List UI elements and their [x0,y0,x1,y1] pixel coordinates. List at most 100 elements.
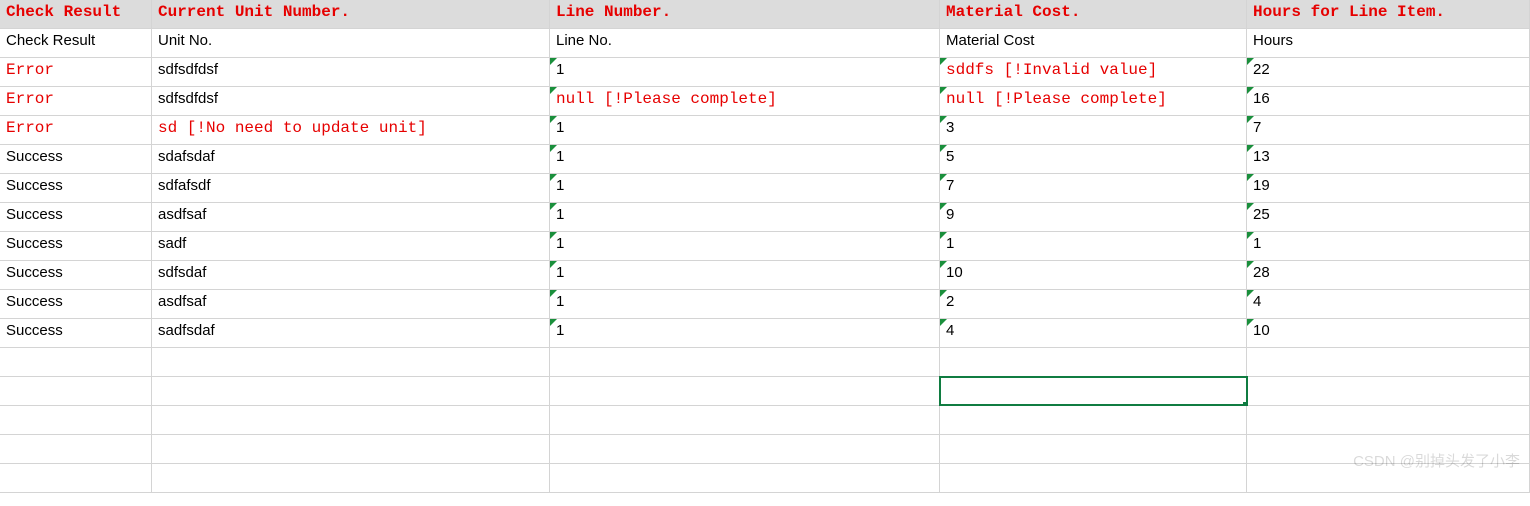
empty-cell[interactable] [0,348,152,376]
hours-cell[interactable]: 10 [1247,319,1530,347]
table-row: Errorsdfsdfdsf1sddfs [!Invalid value]22 [0,58,1530,87]
empty-cell[interactable] [152,377,550,405]
empty-cell[interactable] [152,406,550,434]
header-cell[interactable]: Line Number. [550,0,940,28]
line-cell[interactable]: 1 [550,203,940,231]
header-row-descriptions: Check Result Current Unit Number. Line N… [0,0,1530,29]
status-cell[interactable]: Success [0,319,152,347]
line-cell[interactable]: 1 [550,145,940,173]
cost-cell[interactable]: null [!Please complete] [940,87,1247,115]
empty-cell[interactable] [1247,348,1530,376]
status-cell[interactable]: Error [0,58,152,86]
empty-cell[interactable] [1247,406,1530,434]
header-cell[interactable]: Material Cost. [940,0,1247,28]
header-row-labels: Check Result Unit No. Line No. Material … [0,29,1530,58]
cost-cell[interactable]: 4 [940,319,1247,347]
empty-cell[interactable] [1247,377,1530,405]
cost-cell[interactable]: 9 [940,203,1247,231]
subheader-cell[interactable]: Line No. [550,29,940,57]
empty-cell[interactable] [0,464,152,492]
unit-cell[interactable]: sadfsdaf [152,319,550,347]
status-cell[interactable]: Error [0,116,152,144]
empty-cell[interactable] [940,464,1247,492]
status-cell[interactable]: Success [0,290,152,318]
empty-cell[interactable] [0,406,152,434]
hours-cell[interactable]: 16 [1247,87,1530,115]
empty-row [0,464,1530,493]
empty-cell[interactable] [0,377,152,405]
spreadsheet[interactable]: Check Result Current Unit Number. Line N… [0,0,1530,493]
cost-cell[interactable]: 2 [940,290,1247,318]
table-row: Successsdafsdaf1513 [0,145,1530,174]
hours-cell[interactable]: 7 [1247,116,1530,144]
header-cell[interactable]: Check Result [0,0,152,28]
line-cell[interactable]: 1 [550,290,940,318]
empty-cell[interactable] [940,406,1247,434]
cost-cell[interactable]: 7 [940,174,1247,202]
subheader-cell[interactable]: Unit No. [152,29,550,57]
empty-cell[interactable] [550,377,940,405]
empty-cell[interactable] [550,406,940,434]
empty-cell[interactable] [152,464,550,492]
line-cell[interactable]: 1 [550,319,940,347]
hours-cell[interactable]: 25 [1247,203,1530,231]
header-cell[interactable]: Hours for Line Item. [1247,0,1530,28]
table-row: Successsadf111 [0,232,1530,261]
table-row: Errorsdfsdfdsfnull [!Please complete]nul… [0,87,1530,116]
cost-cell[interactable]: sddfs [!Invalid value] [940,58,1247,86]
empty-cell[interactable] [152,435,550,463]
empty-cell[interactable] [0,435,152,463]
unit-cell[interactable]: asdfsaf [152,203,550,231]
selected-cell[interactable] [940,377,1247,405]
hours-cell[interactable]: 13 [1247,145,1530,173]
status-cell[interactable]: Success [0,261,152,289]
subheader-cell[interactable]: Hours [1247,29,1530,57]
hours-cell[interactable]: 1 [1247,232,1530,260]
empty-cell[interactable] [940,348,1247,376]
unit-cell[interactable]: sdafsdaf [152,145,550,173]
status-cell[interactable]: Error [0,87,152,115]
table-row: Successsadfsdaf1410 [0,319,1530,348]
hours-cell[interactable]: 22 [1247,58,1530,86]
line-cell[interactable]: 1 [550,232,940,260]
empty-row [0,377,1530,406]
unit-cell[interactable]: sdfsdfdsf [152,58,550,86]
unit-cell[interactable]: sdfsdfdsf [152,87,550,115]
empty-cell[interactable] [940,435,1247,463]
status-cell[interactable]: Success [0,145,152,173]
empty-cell[interactable] [550,464,940,492]
subheader-cell[interactable]: Check Result [0,29,152,57]
status-cell[interactable]: Success [0,174,152,202]
table-row: Successasdfsaf1925 [0,203,1530,232]
cost-cell[interactable]: 5 [940,145,1247,173]
unit-cell[interactable]: sd [!No need to update unit] [152,116,550,144]
header-cell[interactable]: Current Unit Number. [152,0,550,28]
cost-cell[interactable]: 1 [940,232,1247,260]
line-cell[interactable]: null [!Please complete] [550,87,940,115]
hours-cell[interactable]: 4 [1247,290,1530,318]
line-cell[interactable]: 1 [550,261,940,289]
table-row: Successsdfsdaf11028 [0,261,1530,290]
unit-cell[interactable]: sadf [152,232,550,260]
line-cell[interactable]: 1 [550,116,940,144]
unit-cell[interactable]: sdfsdaf [152,261,550,289]
empty-row [0,435,1530,464]
hours-cell[interactable]: 19 [1247,174,1530,202]
status-cell[interactable]: Success [0,203,152,231]
empty-row [0,406,1530,435]
empty-cell[interactable] [152,348,550,376]
cost-cell[interactable]: 10 [940,261,1247,289]
status-cell[interactable]: Success [0,232,152,260]
empty-row [0,348,1530,377]
line-cell[interactable]: 1 [550,58,940,86]
hours-cell[interactable]: 28 [1247,261,1530,289]
cost-cell[interactable]: 3 [940,116,1247,144]
empty-cell[interactable] [550,435,940,463]
subheader-cell[interactable]: Material Cost [940,29,1247,57]
unit-cell[interactable]: sdfafsdf [152,174,550,202]
watermark: CSDN @别掉头发了小李 [1353,450,1520,471]
line-cell[interactable]: 1 [550,174,940,202]
empty-cell[interactable] [550,348,940,376]
unit-cell[interactable]: asdfsaf [152,290,550,318]
table-row: Successsdfafsdf1719 [0,174,1530,203]
